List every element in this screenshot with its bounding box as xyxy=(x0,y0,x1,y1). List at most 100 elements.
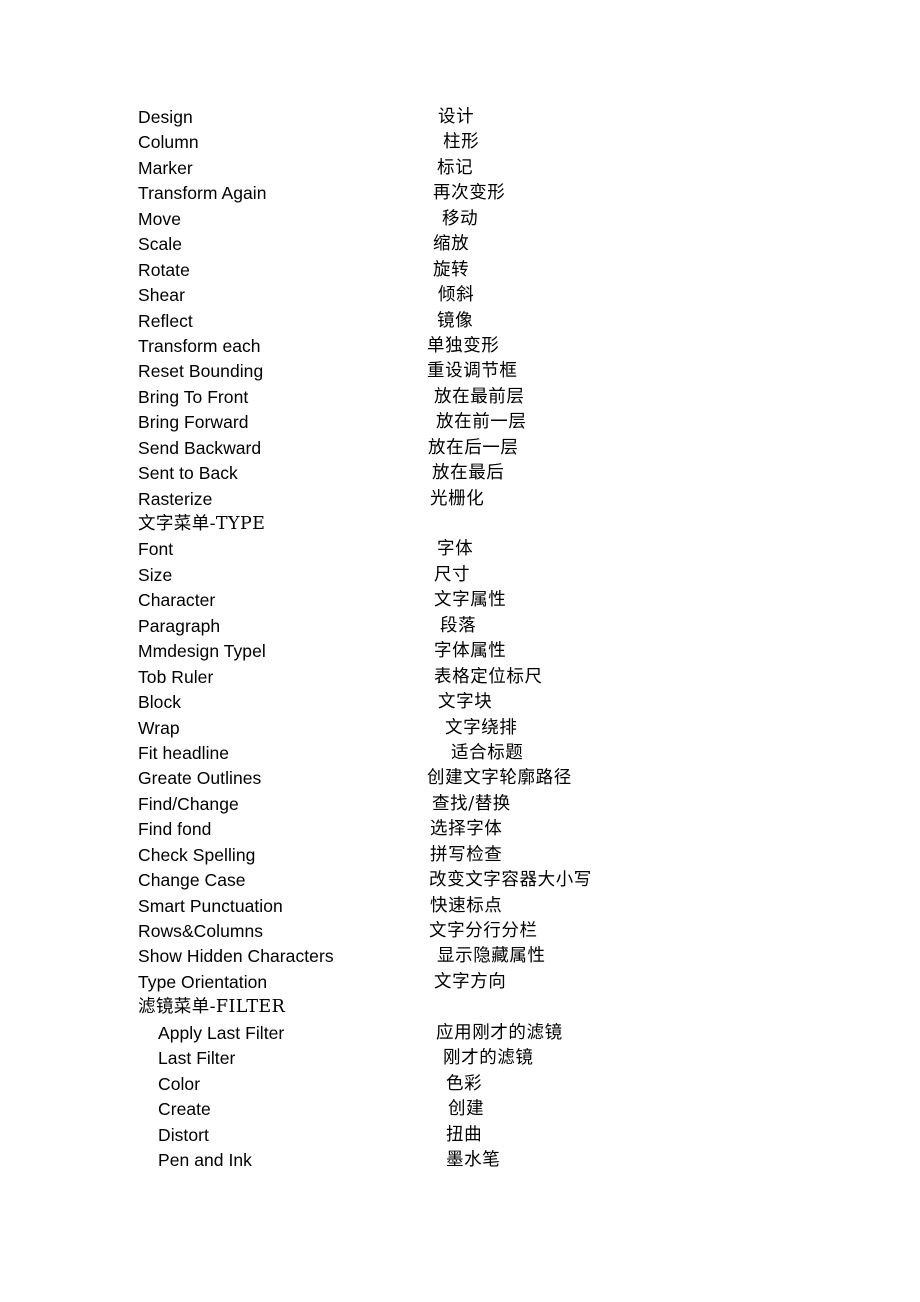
glossary-row: Reflect 镜像 xyxy=(0,309,920,334)
term-chinese: 扭曲 xyxy=(446,1124,483,1145)
glossary-row: Column 柱形 xyxy=(0,130,920,155)
term-english: Create xyxy=(158,1099,211,1120)
term-chinese: 创建文字轮廓路径 xyxy=(427,768,572,789)
glossary-row: Rasterize 光栅化 xyxy=(0,487,920,512)
term-english: Mmdesign Typel xyxy=(138,641,266,662)
term-english: Bring To Front xyxy=(138,386,249,407)
term-english: Wrap xyxy=(138,717,180,738)
term-chinese: 放在最前层 xyxy=(434,386,525,407)
term-chinese: 缩放 xyxy=(433,234,470,255)
glossary-row: Shear 倾斜 xyxy=(0,283,920,308)
term-chinese: 光栅化 xyxy=(430,488,485,509)
term-chinese: 字体属性 xyxy=(434,641,507,662)
term-chinese: 文字分行分栏 xyxy=(429,921,538,941)
term-english: Color xyxy=(158,1073,201,1094)
term-english: Reflect xyxy=(138,310,193,331)
glossary-row: Wrap 文字绕排 xyxy=(0,716,920,741)
term-chinese: 选择字体 xyxy=(430,819,503,840)
term-english: Transform Again xyxy=(138,183,267,204)
term-chinese: 移动 xyxy=(442,208,479,229)
glossary-list: Design 设计 Column 柱形 Marker 标记 Transform Again 再… xyxy=(0,105,920,1173)
term-chinese: 柱形 xyxy=(443,132,480,153)
term-chinese: 放在最后 xyxy=(432,463,505,484)
term-english: Marker xyxy=(138,157,193,178)
term-english: Scale xyxy=(138,234,183,255)
term-chinese: 镜像 xyxy=(437,310,474,331)
term-english: Reset Bounding xyxy=(138,361,264,382)
glossary-row: Change Case 改变文字容器大小写 xyxy=(0,868,920,893)
glossary-row: Sent to Back 放在最后 xyxy=(0,461,920,486)
term-chinese: 适合标题 xyxy=(451,742,524,763)
glossary-row: Transform Again 再次变形 xyxy=(0,181,920,206)
glossary-row: Bring Forward 放在前一层 xyxy=(0,410,920,435)
term-english: Last Filter xyxy=(158,1048,236,1069)
glossary-row: Marker 标记 xyxy=(0,156,920,181)
glossary-row: Distort 扭曲 xyxy=(0,1123,920,1148)
section-heading: 滤镜菜单-FILTER xyxy=(138,997,286,1018)
glossary-row: Font 字体 xyxy=(0,537,920,562)
term-chinese: 旋转 xyxy=(433,259,470,280)
term-chinese: 单独变形 xyxy=(427,335,500,356)
term-chinese: 倾斜 xyxy=(438,285,475,306)
term-chinese: 放在前一层 xyxy=(436,412,527,433)
term-chinese: 表格定位标尺 xyxy=(434,666,543,687)
glossary-row: Scale 缩放 xyxy=(0,232,920,257)
term-chinese: 段落 xyxy=(440,615,477,636)
term-chinese: 墨水笔 xyxy=(446,1149,501,1170)
glossary-row: Pen and Ink 墨水笔 xyxy=(0,1148,920,1173)
glossary-row: Create 创建 xyxy=(0,1097,920,1122)
glossary-row: Find fond 选择字体 xyxy=(0,817,920,842)
term-chinese: 设计 xyxy=(438,107,475,127)
term-english: Show Hidden Characters xyxy=(138,946,334,967)
term-english: Greate Outlines xyxy=(138,768,262,789)
glossary-row: Find/Change 查找/替换 xyxy=(0,792,920,817)
term-english: Column xyxy=(138,132,199,153)
term-chinese: 改变文字容器大小写 xyxy=(429,870,592,891)
term-english: Smart Punctuation xyxy=(138,895,283,916)
term-english: Character xyxy=(138,590,216,611)
term-chinese: 色彩 xyxy=(446,1073,483,1094)
term-english: Paragraph xyxy=(138,615,221,636)
glossary-row: Move 移动 xyxy=(0,207,920,232)
glossary-row: 文字菜单-TYPE xyxy=(0,512,920,537)
term-english: Type Orientation xyxy=(138,971,268,992)
term-chinese: 字体 xyxy=(437,539,474,560)
term-chinese: 快速标点 xyxy=(430,895,503,916)
term-english: Font xyxy=(138,539,174,560)
glossary-row: Apply Last Filter 应用刚才的滤镜 xyxy=(0,1021,920,1046)
term-english: Distort xyxy=(158,1124,209,1145)
term-chinese: 创建 xyxy=(448,1099,485,1120)
glossary-row: Greate Outlines 创建文字轮廓路径 xyxy=(0,766,920,791)
term-english: Fit headline xyxy=(138,742,230,763)
term-english: Shear xyxy=(138,285,185,306)
term-chinese: 文字方向 xyxy=(434,971,507,992)
term-chinese: 重设调节框 xyxy=(427,361,518,382)
glossary-row: Color 色彩 xyxy=(0,1072,920,1097)
term-english: Rotate xyxy=(138,259,190,280)
term-english: Send Backward xyxy=(138,437,262,458)
glossary-row: Tob Ruler 表格定位标尺 xyxy=(0,665,920,690)
term-english: Tob Ruler xyxy=(138,666,214,687)
term-chinese: 标记 xyxy=(437,157,474,178)
term-chinese: 文字块 xyxy=(438,692,493,713)
glossary-row: Design 设计 xyxy=(0,105,920,130)
term-english: Change Case xyxy=(138,870,246,891)
term-english: Rasterize xyxy=(138,488,213,509)
term-english: Find fond xyxy=(138,819,212,840)
term-chinese: 查找/替换 xyxy=(432,793,511,814)
glossary-row: Size 尺寸 xyxy=(0,563,920,588)
term-english: Move xyxy=(138,208,181,229)
section-heading: 文字菜单-TYPE xyxy=(138,514,266,534)
term-english: Apply Last Filter xyxy=(158,1022,285,1043)
term-chinese: 放在后一层 xyxy=(428,437,519,458)
term-english: Design xyxy=(138,107,193,127)
term-chinese: 应用刚才的滤镜 xyxy=(436,1022,563,1043)
glossary-row: Rows&Columns 文字分行分栏 xyxy=(0,919,920,944)
glossary-row: Reset Bounding 重设调节框 xyxy=(0,359,920,384)
term-chinese: 尺寸 xyxy=(434,564,471,585)
glossary-row: Bring To Front 放在最前层 xyxy=(0,385,920,410)
term-chinese: 刚才的滤镜 xyxy=(443,1048,534,1069)
term-chinese: 文字绕排 xyxy=(445,717,518,738)
term-chinese: 显示隐藏属性 xyxy=(437,946,546,967)
glossary-row: 滤镜菜单-FILTER xyxy=(0,995,920,1020)
